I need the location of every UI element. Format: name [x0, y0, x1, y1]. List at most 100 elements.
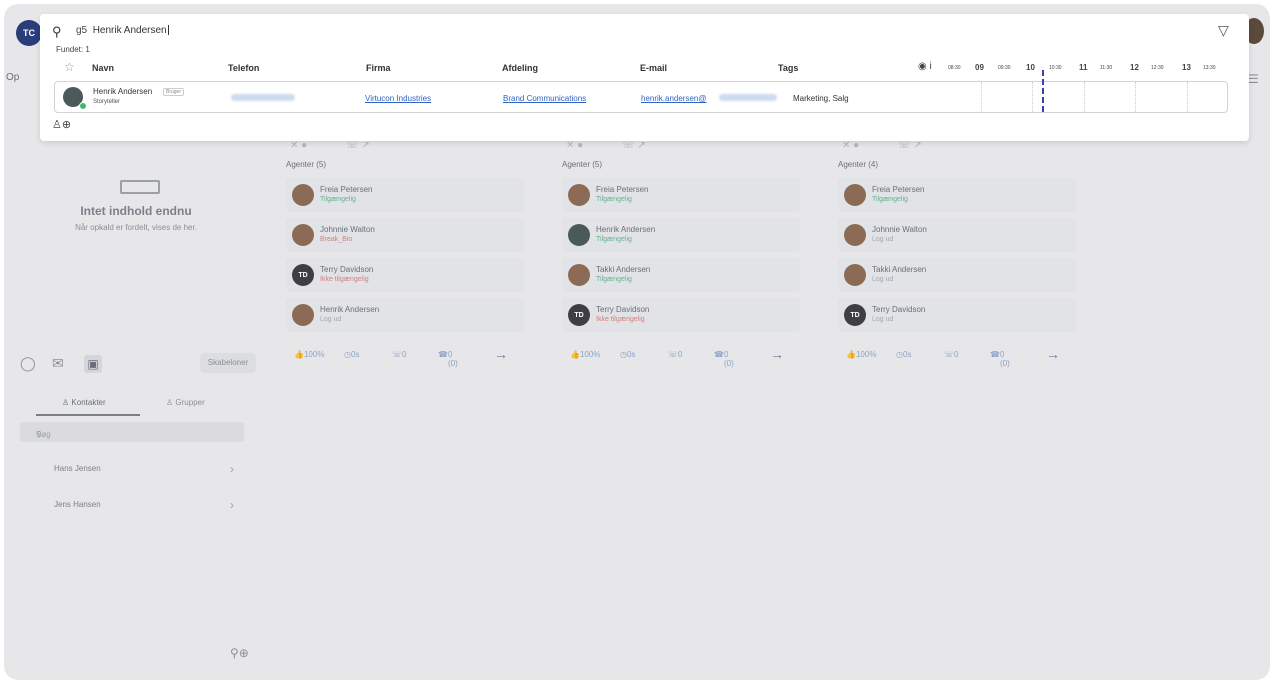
- tab-groups[interactable]: ♙ Grupper: [166, 398, 205, 407]
- agent-avatar: [568, 264, 590, 286]
- agent-avatar: [292, 304, 314, 326]
- agent-avatar: [292, 224, 314, 246]
- templates-button[interactable]: Skabeloner: [200, 353, 256, 373]
- column-header-name[interactable]: Navn: [92, 63, 114, 73]
- missed-stat: ☎ 0 (0): [714, 350, 734, 368]
- search-result-row[interactable]: Henrik Andersen Bruger Storyteller Virtu…: [54, 70, 1228, 113]
- contact-item[interactable]: Jens Hansen ›: [54, 498, 234, 512]
- time-stat: ◷ 0s: [896, 350, 912, 359]
- timeline-label: 13:30: [1203, 65, 1216, 71]
- company-link[interactable]: Virtucon Industries: [365, 94, 431, 103]
- email-domain-redacted: [719, 94, 777, 101]
- column-header-company[interactable]: Firma: [366, 63, 391, 73]
- presence-dot: [79, 102, 87, 110]
- missed-stat: ☎ 0 (0): [438, 350, 458, 368]
- like-stat: 👍 100%: [294, 350, 325, 359]
- agent-avatar: TD: [844, 304, 866, 326]
- agent-card[interactable]: Henrik Andersen Log ud: [286, 298, 524, 332]
- arrow-right-icon[interactable]: →: [494, 346, 508, 362]
- search-overlay: ⚲ g5 Henrik Andersen Fundet: 1 ▽ ☆ Navn …: [40, 14, 1249, 141]
- found-count: Fundet: 1: [56, 45, 90, 54]
- like-stat: 👍 100%: [570, 350, 601, 359]
- agent-card[interactable]: Freia Petersen Tilgængelig: [286, 178, 524, 212]
- search-icon: ⚲: [52, 24, 62, 39]
- result-tags: Marketing, Salg: [793, 94, 849, 103]
- sms-icon[interactable]: ▣: [84, 355, 102, 373]
- arrow-right-icon[interactable]: →: [770, 346, 784, 362]
- calls-stat: ☏ 0: [392, 350, 407, 359]
- agent-card[interactable]: TD Terry Davidson Ikke tilgængelig: [286, 258, 524, 292]
- agent-card[interactable]: Takki Andersen Tilgængelig: [562, 258, 800, 292]
- add-contact-icon[interactable]: ⚲⊕: [230, 646, 249, 660]
- app-window: TC Op ☰ Intet indhold endnu Når opkald e…: [4, 4, 1270, 680]
- add-user-icon[interactable]: ♙⊕: [52, 118, 71, 131]
- agent-avatar: TD: [568, 304, 590, 326]
- agents-label: Agenter (4): [838, 160, 879, 169]
- agent-avatar: TD: [292, 264, 314, 286]
- queue-card: ✕ ● ☏ ↗ Agenter (4) Freia Petersen Tilgæn…: [832, 140, 1082, 368]
- calls-stat: ☏ 0: [944, 350, 959, 359]
- empty-subtitle: Når opkald er fordelt, vises de her.: [75, 223, 197, 232]
- agents-label: Agenter (5): [562, 160, 603, 169]
- timeline-gridline: [981, 82, 982, 112]
- agent-avatar: [844, 224, 866, 246]
- layout-icon[interactable]: ☰: [1248, 72, 1259, 86]
- agent-card[interactable]: TD Terry Davidson Log ud: [838, 298, 1076, 332]
- chat-icon[interactable]: ◯: [20, 355, 36, 372]
- timeline-label: 12:30: [1151, 65, 1164, 71]
- queue-header-icons: ✕ ● ☏ ↗: [290, 140, 370, 151]
- timeline-label: 09:30: [998, 65, 1011, 71]
- filter-icon[interactable]: ▽: [1218, 22, 1229, 39]
- column-header-department[interactable]: Afdeling: [502, 63, 538, 73]
- timeline-gridline: [1084, 82, 1085, 112]
- queue-header-icons: ✕ ● ☏ ↗: [566, 140, 646, 151]
- time-stat: ◷ 0s: [620, 350, 636, 359]
- result-role: Storyteller: [93, 99, 121, 105]
- current-time-line: [1042, 70, 1044, 112]
- agent-card[interactable]: Freia Petersen Tilgængelig: [562, 178, 800, 212]
- agent-card[interactable]: Takki Andersen Log ud: [838, 258, 1076, 292]
- tab-contacts[interactable]: ♙ Kontakter: [62, 398, 106, 407]
- contact-item[interactable]: Hans Jensen ›: [54, 462, 234, 476]
- agent-card[interactable]: Henrik Andersen Tilgængelig: [562, 218, 800, 252]
- timeline-label: 12: [1130, 63, 1139, 72]
- global-search-input[interactable]: g5 Henrik Andersen: [76, 25, 169, 36]
- timeline-label: 13: [1182, 63, 1191, 72]
- group-icon: ♙: [166, 398, 176, 407]
- chevron-right-icon: ›: [230, 462, 234, 476]
- agents-label: Agenter (5): [286, 160, 327, 169]
- agent-card[interactable]: Johnnie Walton Break_Bio: [286, 218, 524, 252]
- left-panel: Intet indhold endnu Når opkald er fordel…: [20, 140, 256, 670]
- column-header-email[interactable]: E-mail: [640, 63, 667, 73]
- agent-avatar: [844, 184, 866, 206]
- timeline-gridline: [1187, 82, 1188, 112]
- contact-search-input[interactable]: ⚲ Søg: [20, 422, 244, 442]
- email-link[interactable]: henrik.andersen@: [641, 94, 707, 103]
- timeline-label: 10:30: [1049, 65, 1062, 71]
- eye-icon[interactable]: ◉ i: [918, 61, 932, 72]
- timeline-label: 08:30: [948, 65, 961, 71]
- timeline-gridline: [1032, 82, 1033, 112]
- agent-card[interactable]: Johnnie Walton Log ud: [838, 218, 1076, 252]
- timeline-label: 10: [1026, 63, 1035, 72]
- queue-header-icons: ✕ ● ☏ ↗: [842, 140, 922, 151]
- mail-icon[interactable]: ✉: [52, 355, 64, 372]
- department-link[interactable]: Brand Communications: [503, 94, 586, 103]
- agent-avatar: [844, 264, 866, 286]
- result-name: Henrik Andersen: [93, 87, 153, 96]
- missed-stat: ☎ 0 (0): [990, 350, 1010, 368]
- calls-stat: ☏ 0: [668, 350, 683, 359]
- arrow-right-icon[interactable]: →: [1046, 346, 1060, 362]
- queue-card: ✕ ● ☏ ↗ Agenter (5) Freia Petersen Tilgæn…: [280, 140, 530, 368]
- column-header-phone[interactable]: Telefon: [228, 63, 259, 73]
- agent-card[interactable]: TD Terry Davidson Ikke tilgængelig: [562, 298, 800, 332]
- timeline-label: 11: [1079, 63, 1088, 72]
- timeline-label: 11:30: [1100, 65, 1113, 71]
- column-header-tags[interactable]: Tags: [778, 63, 798, 73]
- timeline-label: 09: [975, 63, 984, 72]
- app-logo[interactable]: TC: [16, 20, 42, 46]
- person-icon: ♙: [62, 398, 72, 407]
- like-stat: 👍 100%: [846, 350, 877, 359]
- agent-card[interactable]: Freia Petersen Tilgængelig: [838, 178, 1076, 212]
- star-icon[interactable]: ☆: [64, 60, 75, 74]
